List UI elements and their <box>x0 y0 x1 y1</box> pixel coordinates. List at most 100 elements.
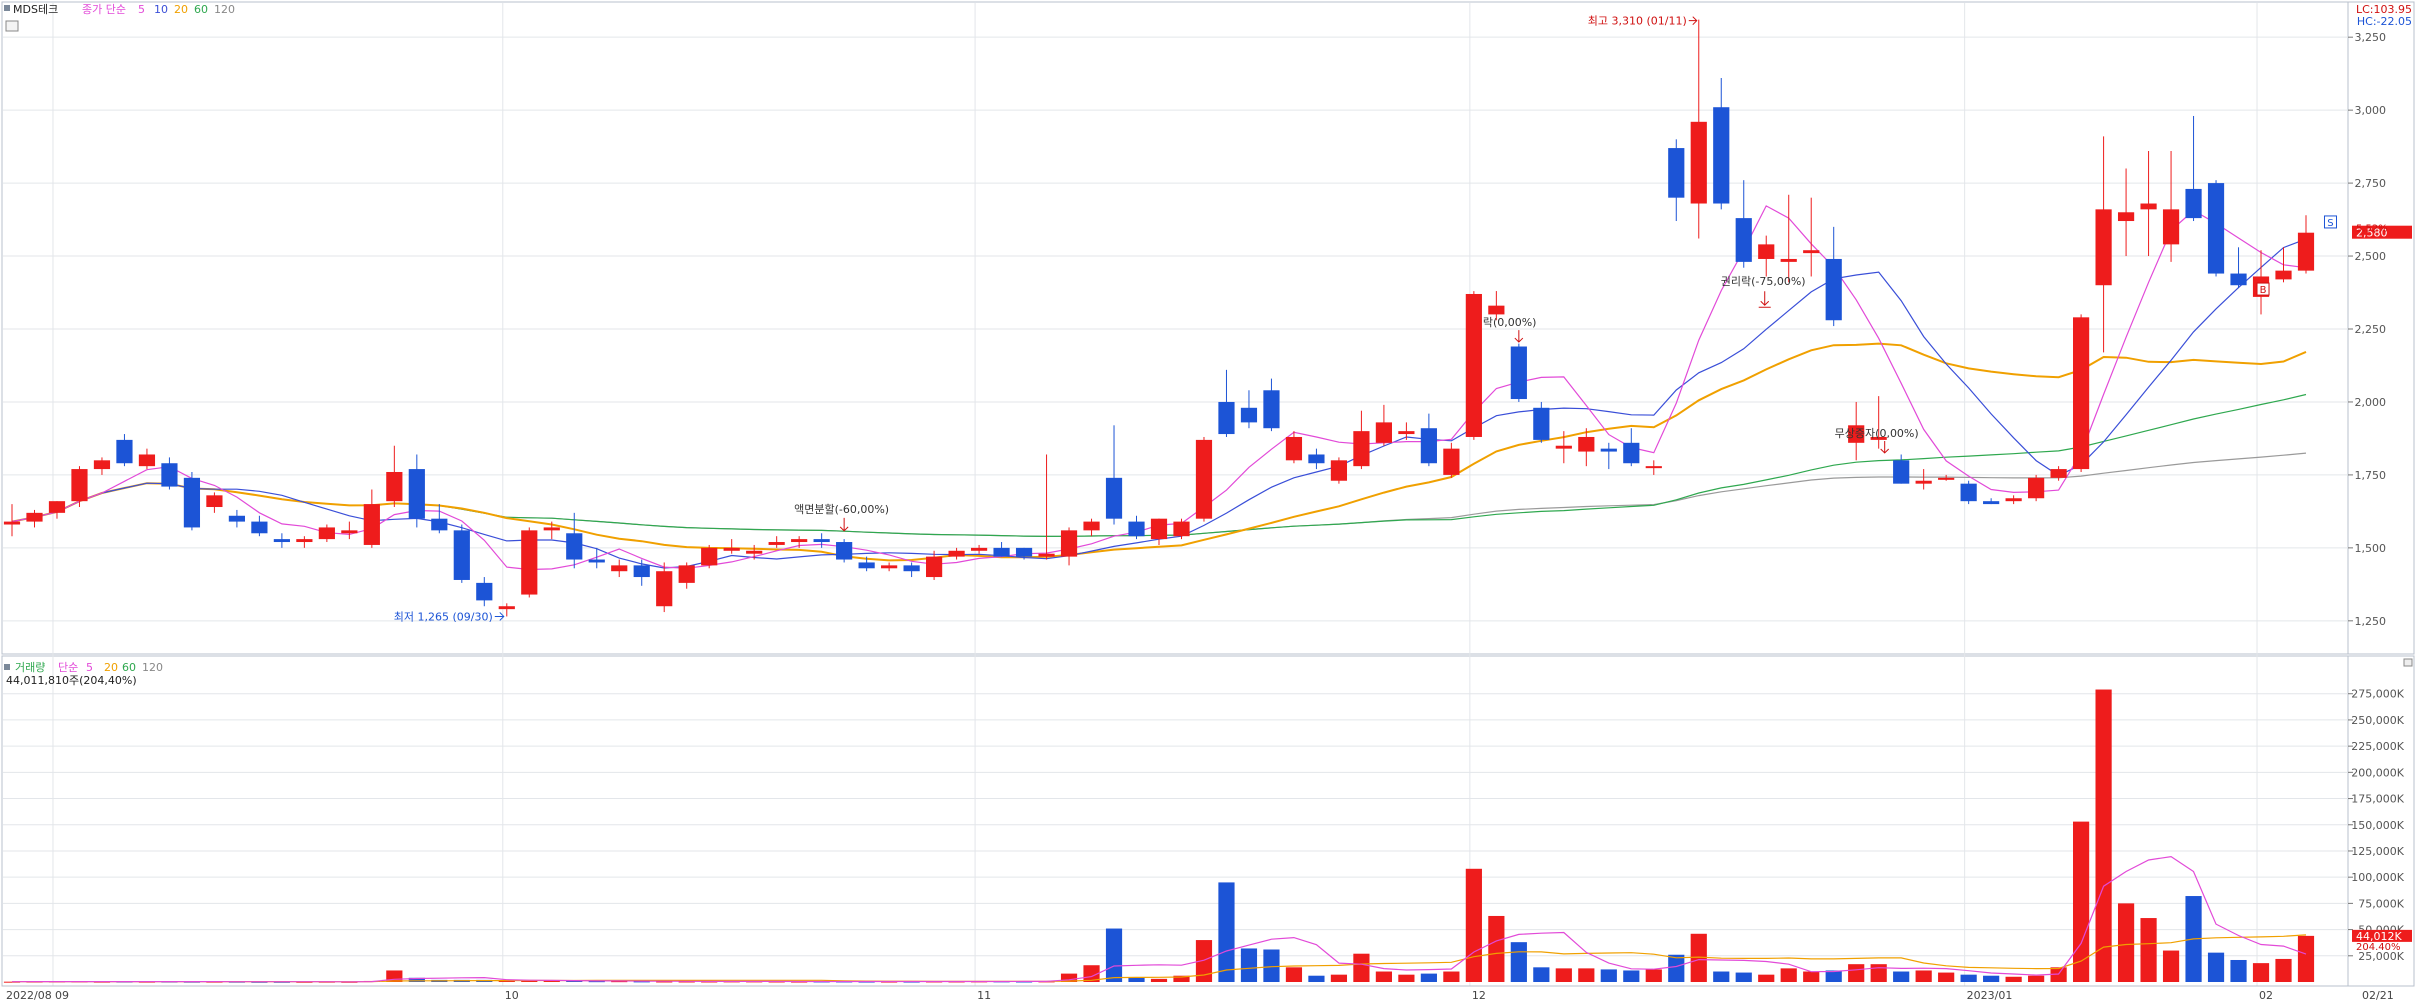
candle-body <box>768 542 785 545</box>
candle-body <box>161 463 178 487</box>
candle-body <box>701 547 718 566</box>
date-tick-label: 12 <box>1472 989 1486 1002</box>
volume-expand-icon[interactable] <box>2403 658 2413 667</box>
candle-body <box>1803 250 1820 254</box>
candle-body <box>723 547 740 551</box>
ma10-label[interactable]: 10 <box>154 3 168 16</box>
date-tick-label: 02 <box>2259 989 2273 1002</box>
candle-body <box>948 550 965 557</box>
volume-bar <box>2140 918 2157 982</box>
volume-bar <box>1578 968 1595 982</box>
sell-marker-label: S <box>2327 218 2333 229</box>
panel-toggle-icon[interactable] <box>4 5 10 11</box>
volume-tick-label: 275,000K <box>2351 688 2404 701</box>
candle-body <box>2275 270 2292 280</box>
candle-body <box>318 527 335 540</box>
candle-body <box>273 539 290 543</box>
volume-bar <box>1533 967 1550 982</box>
date-tick-label: 2023/01 <box>1967 989 2013 1002</box>
vol-ma60-label[interactable]: 60 <box>122 661 136 674</box>
candle-body <box>1735 218 1752 262</box>
candle-body <box>1263 390 1280 429</box>
candle-body <box>296 539 313 543</box>
price-tick-label: 1,750 <box>2355 469 2387 482</box>
volume-bar <box>1353 953 1370 982</box>
candle-body <box>26 512 43 522</box>
vol-ma5-label[interactable]: 5 <box>86 661 93 674</box>
candle-body <box>498 606 515 610</box>
stock-chart[interactable]: 1,250 1,500 1,750 2,000 2,250 2,500 2,750 3,000… <box>0 0 2416 1004</box>
candle-body <box>2185 188 2202 219</box>
price-ma-label[interactable]: 종가 단순 <box>82 3 126 16</box>
candle-body <box>1375 422 1392 443</box>
current-volume-pct-label: 204.40% <box>2356 942 2401 953</box>
volume-tick-label: 250,000K <box>2351 714 2404 727</box>
volume-bar <box>1510 942 1527 982</box>
candle-body <box>678 565 695 583</box>
buy-marker-label: B <box>2260 285 2267 296</box>
candle-body <box>1780 258 1797 262</box>
candle-body <box>1128 521 1145 537</box>
volume-bar <box>1465 868 1482 982</box>
ma120-label[interactable]: 120 <box>214 3 235 16</box>
vol-ma120-label[interactable]: 120 <box>142 661 163 674</box>
price-tick-label: 2,750 <box>2355 177 2387 190</box>
ma20-label[interactable]: 20 <box>174 3 188 16</box>
price-panel-frame <box>1 1 2415 655</box>
volume-bar <box>1128 977 1145 982</box>
volume-bar <box>2005 976 2022 982</box>
volume-bar <box>1263 949 1280 982</box>
candle-body <box>3 521 21 525</box>
candle-body <box>1533 407 1550 440</box>
volume-bar <box>1780 968 1797 982</box>
candle-body <box>1038 553 1055 557</box>
volume-bar <box>1668 954 1685 982</box>
volume-bar <box>1915 970 1932 982</box>
volume-bar <box>1555 968 1572 982</box>
stock-name[interactable]: MDS테크 <box>13 3 58 16</box>
date-tick-label: 11 <box>977 989 991 1002</box>
price-tick-label: 2,000 <box>2355 396 2387 409</box>
volume-bar <box>1600 969 1617 982</box>
rights-annotation: 권리락(-75,00%) <box>1721 275 1806 288</box>
candle-body <box>206 495 223 508</box>
candle-body <box>1150 518 1168 540</box>
candle-body <box>746 550 763 554</box>
price-tick-label: 1,500 <box>2355 542 2387 555</box>
candle-body <box>1420 428 1437 464</box>
candle-body <box>1240 407 1258 423</box>
ma5-label[interactable]: 5 <box>138 3 145 16</box>
volume-tick-label: 175,000K <box>2351 793 2404 806</box>
volume-bar <box>1938 972 1955 982</box>
vol-ma20-label[interactable]: 20 <box>104 661 118 674</box>
date-tick-label: 09 <box>55 989 69 1002</box>
candle-body <box>386 471 403 502</box>
candle-body <box>1938 477 1955 480</box>
candle-body <box>903 565 920 572</box>
candle-body <box>1668 148 1685 198</box>
candle-body <box>1465 293 1482 437</box>
candle-body <box>2230 273 2247 286</box>
candle-body <box>363 504 380 545</box>
candle-body <box>543 527 560 531</box>
volume-bar <box>543 980 560 982</box>
volume-panel-frame <box>1 655 2415 987</box>
volume-bar <box>1285 967 1303 982</box>
volume-readout: 44,011,810주(204,40%) <box>6 674 137 687</box>
price-tick-label: 2,250 <box>2355 323 2387 336</box>
volume-toggle-icon[interactable] <box>4 664 10 670</box>
candle-body <box>521 530 538 595</box>
volume-label[interactable]: 거래량 <box>15 661 45 674</box>
volume-ma-label[interactable]: 단순 <box>58 661 78 674</box>
candle-body <box>1330 460 1348 481</box>
candle-body <box>1060 530 1078 557</box>
volume-bar <box>2230 959 2247 982</box>
candle-body <box>926 556 943 578</box>
candle-body <box>48 501 66 513</box>
ma60-label[interactable]: 60 <box>194 3 208 16</box>
candle-body <box>93 460 111 470</box>
settings-icon[interactable] <box>5 20 19 32</box>
price-tick-label: 2,500 <box>2355 250 2387 263</box>
candle-body <box>1353 431 1370 467</box>
candle-body <box>1690 121 1707 204</box>
